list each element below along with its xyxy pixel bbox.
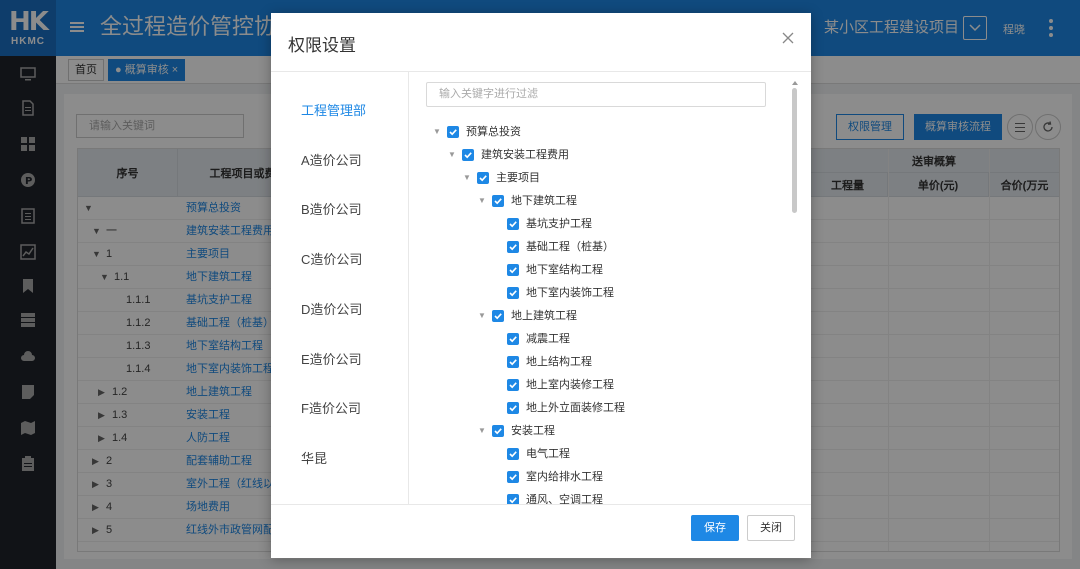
tree-node-label: 基坑支护工程 [526,218,592,230]
department-item[interactable]: E造价公司 [301,349,362,368]
tree-node[interactable]: ▼ 主要项目 [463,169,540,187]
tree-node[interactable]: ▼ 建筑安装工程费用 [448,146,569,164]
tree-node[interactable]: 电气工程 [493,445,570,463]
tree-expand-icon[interactable]: ▼ [433,124,447,140]
tree-node-label: 预算总投资 [466,126,521,138]
tree-filter-input[interactable]: 输入关键字进行过滤 [426,82,766,107]
checkbox-checked-icon[interactable] [507,448,519,460]
tree-node-label: 通风、空调工程 [526,494,603,504]
checkbox-checked-icon[interactable] [507,333,519,345]
tree-expand-icon[interactable]: ▼ [478,308,492,324]
tree-expand-icon[interactable]: ▼ [478,193,492,209]
tree-node-label: 室内给排水工程 [526,471,603,483]
tree-node[interactable]: 地下室结构工程 [493,261,603,279]
tree-node[interactable]: 地上室内装修工程 [493,376,614,394]
permission-dialog: 权限设置 工程管理部 A造价公司 B造价公司 C造价公司 D造价公司 E造价公司 F造价公司… [271,13,811,558]
department-item[interactable]: B造价公司 [301,199,362,218]
checkbox-checked-icon[interactable] [492,425,504,437]
checkbox-checked-icon[interactable] [447,126,459,138]
checkbox-checked-icon[interactable] [507,218,519,230]
tree-node-label: 基础工程（桩基） [526,241,614,253]
scrollbar-thumb[interactable] [792,88,797,213]
tree-node-label: 地下建筑工程 [511,195,577,207]
tree-node[interactable]: 地上外立面装修工程 [493,399,625,417]
tree-node[interactable]: 通风、空调工程 [493,491,603,504]
close-button[interactable]: 关闭 [747,515,795,541]
department-item[interactable]: 华昆 [301,448,327,467]
tree-node-label: 建筑安装工程费用 [481,149,569,161]
scroll-up-icon[interactable] [791,80,799,86]
tree-node[interactable]: 基坑支护工程 [493,215,592,233]
checkbox-checked-icon[interactable] [507,356,519,368]
tree-node[interactable]: 减震工程 [493,330,570,348]
dialog-footer-divider [271,504,811,505]
checkbox-checked-icon[interactable] [492,310,504,322]
tree-node-label: 地上外立面装修工程 [526,402,625,414]
permission-tree-panel: 输入关键字进行过滤 ▼ 预算总投资 ▼ 建筑安装工程费用 ▼ 主要项目 ▼ 地下建筑工程基坑支… [409,72,811,504]
checkbox-checked-icon[interactable] [507,264,519,276]
department-list: 工程管理部 A造价公司 B造价公司 C造价公司 D造价公司 E造价公司 F造价公司华昆 [271,72,409,504]
tree-node-label: 地上结构工程 [526,356,592,368]
tree-node-label: 减震工程 [526,333,570,345]
checkbox-checked-icon[interactable] [507,402,519,414]
tree-node-label: 主要项目 [496,172,540,184]
checkbox-checked-icon[interactable] [507,287,519,299]
checkbox-checked-icon[interactable] [477,172,489,184]
department-item[interactable]: C造价公司 [301,249,362,268]
tree-node[interactable]: ▼ 安装工程 [478,422,555,440]
close-icon[interactable] [781,31,795,45]
department-item[interactable]: F造价公司 [301,398,361,417]
checkbox-checked-icon[interactable] [507,379,519,391]
save-button[interactable]: 保存 [691,515,739,541]
tree-node-label: 地上建筑工程 [511,310,577,322]
tree-scrollbar[interactable] [790,80,800,504]
tree-node-label: 地上室内装修工程 [526,379,614,391]
department-item[interactable]: 工程管理部 [301,100,366,119]
tree-node-label: 地下室内装饰工程 [526,287,614,299]
tree-node[interactable]: ▼ 地上建筑工程 [478,307,577,325]
checkbox-checked-icon[interactable] [492,195,504,207]
tree-expand-icon[interactable]: ▼ [448,147,462,163]
tree-node[interactable]: 室内给排水工程 [493,468,603,486]
tree-node[interactable]: ▼ 预算总投资 [433,123,521,141]
tree-node[interactable]: ▼ 地下建筑工程 [478,192,577,210]
tree-expand-icon[interactable]: ▼ [463,170,477,186]
tree-node[interactable]: 地下室内装饰工程 [493,284,614,302]
checkbox-checked-icon[interactable] [507,471,519,483]
tree-node[interactable]: 基础工程（桩基） [493,238,614,256]
tree-node-label: 安装工程 [511,425,555,437]
department-item[interactable]: A造价公司 [301,150,362,169]
checkbox-checked-icon[interactable] [507,241,519,253]
checkbox-checked-icon[interactable] [462,149,474,161]
checkbox-checked-icon[interactable] [507,494,519,504]
tree-node-label: 地下室结构工程 [526,264,603,276]
dialog-title: 权限设置 [288,36,356,55]
department-item[interactable]: D造价公司 [301,299,362,318]
tree-node[interactable]: 地上结构工程 [493,353,592,371]
tree-node-label: 电气工程 [526,448,570,460]
tree-expand-icon[interactable]: ▼ [478,423,492,439]
